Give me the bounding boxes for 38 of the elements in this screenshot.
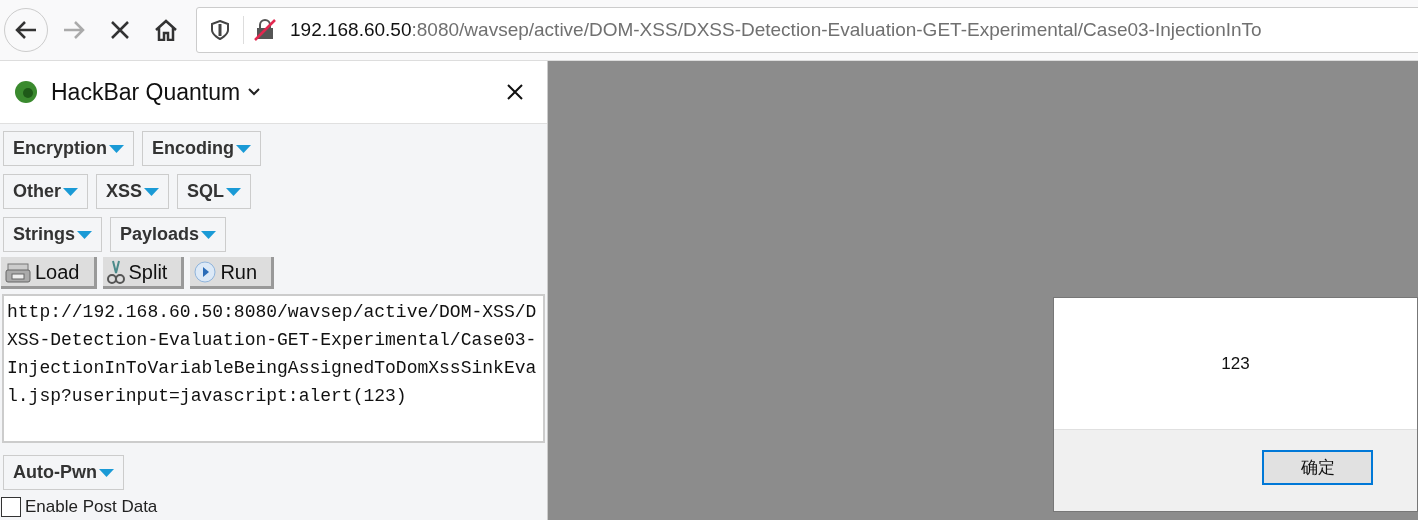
printer-icon bbox=[5, 260, 31, 283]
dropdown-arrow-icon bbox=[99, 468, 114, 477]
chevron-down-icon[interactable] bbox=[248, 88, 261, 96]
menu-dropdown-button[interactable]: Payloads bbox=[110, 217, 227, 252]
dropdown-arrow-icon bbox=[77, 230, 92, 239]
close-icon[interactable] bbox=[507, 84, 523, 100]
dropdown-arrow-icon bbox=[201, 230, 217, 239]
action-button[interactable]: Split bbox=[102, 257, 185, 289]
hackbar-logo-icon bbox=[14, 80, 38, 104]
menu-dropdown-button[interactable]: Other bbox=[3, 174, 88, 209]
action-button[interactable]: Run bbox=[190, 257, 275, 289]
menu-dropdown-button[interactable]: SQL bbox=[177, 174, 252, 209]
auto-pwn-dropdown-button[interactable]: Auto-Pwn bbox=[3, 455, 124, 490]
ok-button[interactable]: 确定 bbox=[1262, 450, 1373, 485]
shield-icon[interactable] bbox=[211, 20, 229, 40]
back-arrow-icon bbox=[15, 20, 37, 40]
menu-dropdown-button[interactable]: Encryption bbox=[3, 131, 134, 166]
dropdown-arrow-icon bbox=[109, 144, 124, 153]
checkbox[interactable] bbox=[1, 496, 21, 517]
dropdown-arrow-icon bbox=[63, 187, 78, 196]
home-icon[interactable] bbox=[154, 19, 178, 41]
alert-message: 123 bbox=[1221, 352, 1250, 375]
menu-dropdown-button[interactable]: Strings bbox=[3, 217, 102, 252]
sidebar-title[interactable]: HackBar Quantum bbox=[51, 74, 241, 110]
dropdown-arrow-icon bbox=[236, 144, 251, 153]
dropdown-arrow-icon bbox=[144, 187, 160, 196]
insecure-lock-icon[interactable] bbox=[254, 19, 276, 41]
url-text: 192.168.60.50:8080/wavsep/active/DOM-XSS/DXSS-Detection-Evaluation-GET-Experimental/Case03-InjectionInTo bbox=[290, 17, 1262, 42]
play-icon bbox=[194, 260, 217, 283]
action-button[interactable]: Load bbox=[1, 257, 97, 289]
menu-dropdown-button[interactable]: Encoding bbox=[142, 131, 261, 166]
scissors-icon bbox=[106, 258, 125, 285]
checkbox-label: Enable Post Data bbox=[25, 496, 158, 518]
url-textarea[interactable]: http://192.168.60.50:8080/wavsep/active/DOM-XSS/DXSS-Detection-Evaluation-GET-Experimental/Case03-InjectionInToVariableBeingAssignedToDomXssSinkEval.jsp?userinput=javascript:alert(123) bbox=[2, 294, 545, 443]
address-bar[interactable]: 192.168.60.50:8080/wavsep/active/DOM-XSS/DXSS-Detection-Evaluation-GET-Experimental/Case03-InjectionInTo bbox=[196, 7, 1418, 53]
dropdown-arrow-icon bbox=[226, 187, 242, 196]
menu-dropdown-button[interactable]: XSS bbox=[96, 174, 170, 209]
close-icon[interactable] bbox=[110, 20, 130, 40]
